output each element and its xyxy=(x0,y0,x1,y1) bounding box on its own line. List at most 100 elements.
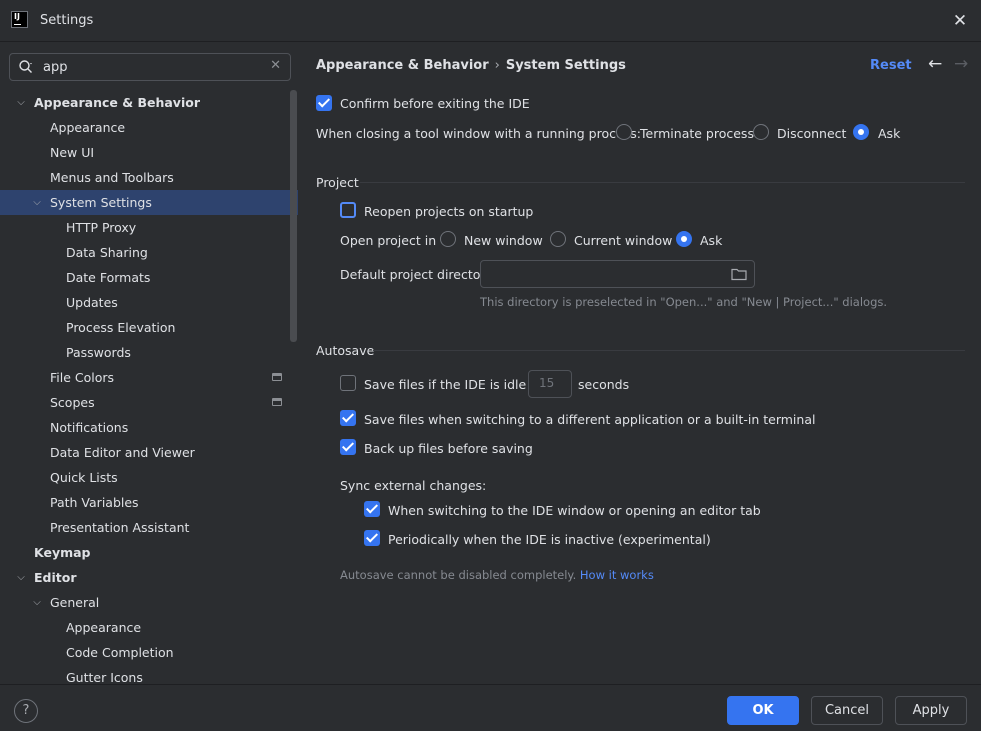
open-ask-radio[interactable] xyxy=(676,231,692,247)
default-dir-hint: This directory is preselected in "Open..… xyxy=(480,295,888,309)
autosave-section-title: Autosave xyxy=(316,343,375,358)
search-input[interactable] xyxy=(41,57,261,77)
closing-ask-radio[interactable] xyxy=(853,124,869,140)
sidebar-item-label: New UI xyxy=(50,145,95,160)
sidebar-item-label: Date Formats xyxy=(66,270,151,285)
sidebar-scrollbar[interactable] xyxy=(290,90,297,342)
project-section-title: Project xyxy=(316,175,359,190)
idle-seconds-field[interactable] xyxy=(528,370,572,398)
sidebar-item-presentation-assistant[interactable]: Presentation Assistant xyxy=(0,515,298,540)
backup-label: Back up files before saving xyxy=(364,441,533,456)
sidebar-item-system-settings[interactable]: ⌵ System Settings xyxy=(0,190,298,215)
terminate-process-radio[interactable] xyxy=(616,124,632,140)
close-icon[interactable]: ✕ xyxy=(947,8,973,34)
sidebar-item-process-elevation[interactable]: Process Elevation xyxy=(0,315,298,340)
sync-periodic-checkbox[interactable] xyxy=(364,530,380,546)
sidebar-item-label: Keymap xyxy=(34,545,91,560)
open-ask-label: Ask xyxy=(700,233,723,248)
confirm-exit-checkbox[interactable] xyxy=(316,95,332,111)
autosave-note: Autosave cannot be disabled completely. … xyxy=(340,568,654,582)
sidebar-item-notifications[interactable]: Notifications xyxy=(0,415,298,440)
search-icon xyxy=(19,60,32,73)
closing-process-label: When closing a tool window with a runnin… xyxy=(316,126,641,141)
reset-link[interactable]: Reset xyxy=(870,58,912,73)
sidebar-item-data-sharing[interactable]: Data Sharing xyxy=(0,240,298,265)
sidebar-item-appearance[interactable]: Appearance xyxy=(0,615,298,640)
breadcrumb-parent[interactable]: Appearance & Behavior xyxy=(316,58,489,73)
how-it-works-link[interactable]: How it works xyxy=(580,568,654,582)
sidebar-item-path-variables[interactable]: Path Variables xyxy=(0,490,298,515)
sidebar-item-label: Scopes xyxy=(50,395,95,410)
sidebar-item-label: Editor xyxy=(34,570,77,585)
save-switching-checkbox[interactable] xyxy=(340,410,356,426)
sidebar-item-scopes[interactable]: Scopes xyxy=(0,390,298,415)
default-dir-input[interactable] xyxy=(489,265,709,281)
sidebar-item-keymap[interactable]: Keymap xyxy=(0,540,298,565)
sidebar-item-http-proxy[interactable]: HTTP Proxy xyxy=(0,215,298,240)
save-idle-label: Save files if the IDE is idle for xyxy=(364,377,548,392)
default-dir-field[interactable] xyxy=(480,260,755,288)
sync-external-label: Sync external changes: xyxy=(340,478,487,493)
chevron-down-icon[interactable]: ⌵ xyxy=(14,565,28,590)
sidebar-item-label: Data Sharing xyxy=(66,245,148,260)
confirm-exit-label: Confirm before exiting the IDE xyxy=(340,96,530,111)
sidebar-item-quick-lists[interactable]: Quick Lists xyxy=(0,465,298,490)
app-logo-icon: IJ xyxy=(11,11,28,28)
apply-button[interactable]: Apply xyxy=(895,696,967,725)
save-idle-checkbox[interactable] xyxy=(340,375,356,391)
settings-sidebar: ✕ ⌵ Appearance & Behavior Appearance New UI… xyxy=(0,42,298,685)
new-window-radio[interactable] xyxy=(440,231,456,247)
sidebar-item-updates[interactable]: Updates xyxy=(0,290,298,315)
sidebar-item-file-colors[interactable]: File Colors xyxy=(0,365,298,390)
backup-checkbox[interactable] xyxy=(340,439,356,455)
back-arrow-icon[interactable]: ← xyxy=(928,54,942,74)
sidebar-item-appearance[interactable]: Appearance xyxy=(0,115,298,140)
sidebar-item-editor[interactable]: ⌵ Editor xyxy=(0,565,298,590)
sidebar-item-label: Menus and Toolbars xyxy=(50,170,174,185)
sidebar-item-date-formats[interactable]: Date Formats xyxy=(0,265,298,290)
autosave-divider xyxy=(373,350,965,351)
cancel-button[interactable]: Cancel xyxy=(811,696,883,725)
folder-icon[interactable] xyxy=(731,267,747,281)
sidebar-item-label: Notifications xyxy=(50,420,129,435)
current-window-label: Current window xyxy=(574,233,673,248)
ok-button[interactable]: OK xyxy=(727,696,799,725)
sidebar-item-appearance-behavior[interactable]: ⌵ Appearance & Behavior xyxy=(0,90,298,115)
breadcrumb: Appearance & Behavior › System Settings xyxy=(316,58,626,73)
open-project-label: Open project in xyxy=(340,233,437,248)
reopen-projects-checkbox[interactable] xyxy=(340,202,356,218)
sidebar-item-passwords[interactable]: Passwords xyxy=(0,340,298,365)
sidebar-item-new-ui[interactable]: New UI xyxy=(0,140,298,165)
search-box[interactable]: ✕ xyxy=(9,53,291,81)
sidebar-item-label: Updates xyxy=(66,295,118,310)
disconnect-label: Disconnect xyxy=(777,126,847,141)
sidebar-item-menus-and-toolbars[interactable]: Menus and Toolbars xyxy=(0,165,298,190)
sidebar-item-label: Appearance & Behavior xyxy=(34,95,200,110)
sidebar-item-label: Passwords xyxy=(66,345,131,360)
sync-periodic-label: Periodically when the IDE is inactive (e… xyxy=(388,532,711,547)
help-icon[interactable]: ? xyxy=(14,699,38,723)
autosave-note-text: Autosave cannot be disabled completely. xyxy=(340,568,577,582)
sidebar-item-code-completion[interactable]: Code Completion xyxy=(0,640,298,665)
chevron-down-icon[interactable]: ⌵ xyxy=(30,590,44,615)
sidebar-item-label: Path Variables xyxy=(50,495,139,510)
sync-switch-label: When switching to the IDE window or open… xyxy=(388,503,761,518)
sidebar-item-label: File Colors xyxy=(50,370,115,385)
sidebar-item-label: Data Editor and Viewer xyxy=(50,445,195,460)
chevron-down-icon[interactable]: ⌵ xyxy=(30,190,44,215)
sync-switch-checkbox[interactable] xyxy=(364,501,380,517)
sidebar-item-label: Appearance xyxy=(66,620,142,635)
project-divider xyxy=(360,182,965,183)
sidebar-item-general[interactable]: ⌵ General xyxy=(0,590,298,615)
clear-search-icon[interactable]: ✕ xyxy=(270,58,281,73)
closing-ask-label: Ask xyxy=(878,126,901,141)
sidebar-item-data-editor-and-viewer[interactable]: Data Editor and Viewer xyxy=(0,440,298,465)
forward-arrow-icon: → xyxy=(954,54,969,74)
disconnect-radio[interactable] xyxy=(753,124,769,140)
sidebar-item-label: Presentation Assistant xyxy=(50,520,190,535)
project-level-icon xyxy=(272,373,282,381)
breadcrumb-current: System Settings xyxy=(505,58,626,73)
idle-seconds-input[interactable] xyxy=(537,375,567,391)
chevron-down-icon[interactable]: ⌵ xyxy=(14,90,28,115)
current-window-radio[interactable] xyxy=(550,231,566,247)
